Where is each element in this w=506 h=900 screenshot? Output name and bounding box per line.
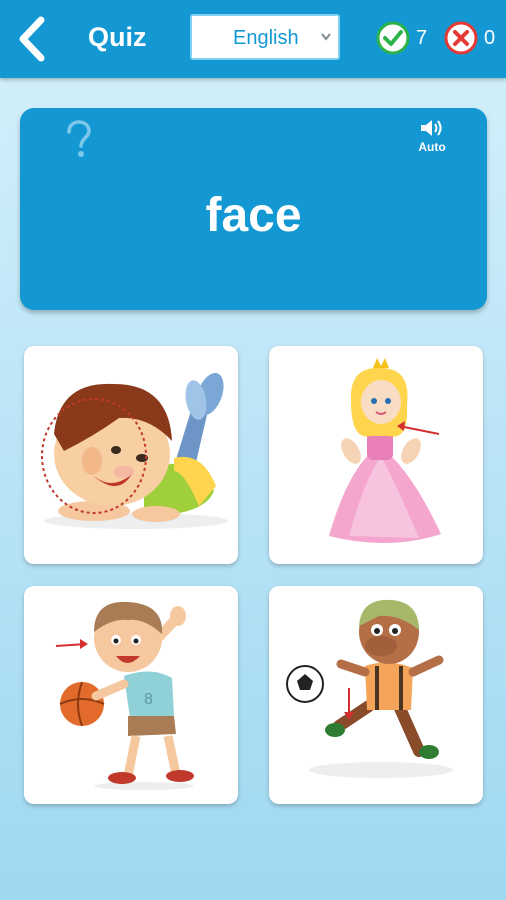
page-title: Quiz (88, 22, 147, 52)
language-select-value: English (233, 27, 299, 49)
answer-option-3[interactable]: 8 (24, 586, 238, 804)
correct-count: 7 (416, 26, 428, 49)
quiz-word: face (205, 189, 302, 242)
auto-label: Auto (418, 140, 446, 154)
x-circle-icon (444, 21, 478, 55)
top-app-bar: Quiz English 7 0 (0, 0, 506, 78)
check-circle-icon (376, 21, 410, 55)
language-select[interactable]: English (190, 14, 340, 60)
chevron-down-icon (321, 33, 331, 41)
speaker-icon (421, 120, 442, 136)
answer-option-2[interactable] (269, 346, 483, 564)
basketball-boy-illustration: 8 (55, 601, 194, 790)
answer-option-4[interactable] (269, 586, 483, 804)
chevron-left-icon (19, 16, 45, 62)
correct-score: 7 (376, 20, 427, 56)
back-button[interactable] (8, 12, 54, 66)
wrong-score: 0 (444, 20, 495, 56)
princess-illustration (329, 358, 441, 544)
soccer-boy-illustration (286, 599, 453, 778)
auto-audio-button[interactable]: Auto (412, 118, 452, 162)
wrong-count: 0 (484, 26, 496, 49)
boy-lying-illustration (41, 372, 228, 529)
word-card: Auto face (20, 108, 487, 310)
question-mark-icon[interactable] (62, 120, 94, 160)
svg-text:8: 8 (144, 691, 153, 708)
answer-option-1[interactable] (24, 346, 238, 564)
